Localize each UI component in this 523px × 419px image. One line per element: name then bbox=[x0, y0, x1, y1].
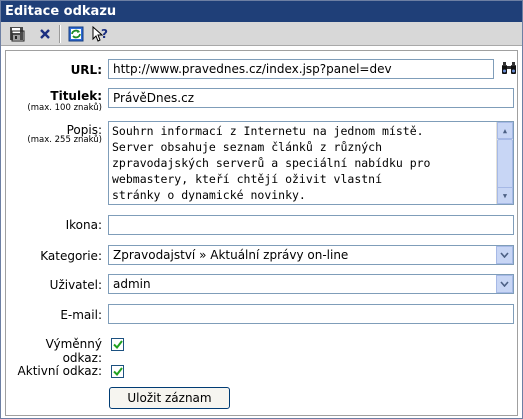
email-label: E-mail: bbox=[60, 308, 102, 322]
description-line: Server obsahuje seznam článků z různých bbox=[112, 140, 383, 154]
url-input[interactable]: http://www.pravednes.cz/index.jsp?panel=… bbox=[108, 59, 494, 79]
exchange-checkbox[interactable] bbox=[111, 338, 124, 351]
email-input[interactable] bbox=[108, 304, 514, 324]
user-value: admin bbox=[113, 277, 151, 291]
exchange-label: Výměnný odkaz: bbox=[45, 337, 102, 365]
dialog-window: Editace odkazu ? URL: http://www.pravedn… bbox=[0, 0, 523, 419]
description-hint: (max. 255 znaků) bbox=[27, 135, 102, 145]
icon-label: Ikona: bbox=[65, 218, 102, 232]
description-line: Souhrn informací z Internetu na jednom m… bbox=[112, 124, 424, 138]
description-line: webmastery, kteří chtějí oživit vlastní bbox=[112, 172, 383, 186]
help-icon[interactable]: ? bbox=[92, 25, 110, 43]
chevron-down-icon[interactable] bbox=[496, 246, 513, 264]
description-scrollbar[interactable]: ▲ ▼ bbox=[496, 122, 513, 204]
user-select[interactable]: admin bbox=[108, 274, 514, 294]
refresh-icon[interactable] bbox=[67, 25, 85, 43]
scroll-up-icon[interactable]: ▲ bbox=[497, 122, 513, 139]
title-hint: (max. 100 znaků) bbox=[27, 103, 102, 113]
url-label: URL: bbox=[70, 63, 102, 77]
title-label: Titulek: bbox=[50, 89, 102, 103]
description-line: zpravodajských serverů a speciální nabíd… bbox=[112, 156, 431, 170]
category-value: Zpravodajství » Aktuální zprávy on-line bbox=[113, 248, 349, 262]
checkmark-icon bbox=[112, 367, 123, 376]
delete-icon[interactable] bbox=[36, 25, 54, 43]
active-checkbox[interactable] bbox=[111, 365, 124, 378]
title-input[interactable]: PrávěDnes.cz bbox=[108, 88, 514, 108]
svg-text:?: ? bbox=[101, 27, 108, 41]
icon-input[interactable] bbox=[108, 215, 514, 235]
scroll-down-icon[interactable]: ▼ bbox=[497, 187, 513, 204]
toolbar: ? bbox=[1, 22, 522, 46]
active-label: Aktivní odkaz: bbox=[17, 364, 102, 378]
user-label: Uživatel: bbox=[49, 278, 102, 292]
category-select[interactable]: Zpravodajství » Aktuální zprávy on-line bbox=[108, 245, 514, 265]
scroll-thumb[interactable] bbox=[497, 139, 513, 191]
category-label: Kategorie: bbox=[40, 249, 102, 263]
toolbar-separator bbox=[59, 25, 61, 43]
checkmark-icon bbox=[112, 340, 123, 349]
save-button[interactable]: Uložit záznam bbox=[109, 387, 230, 409]
description-textarea[interactable]: Souhrn informací z Internetu na jednom m… bbox=[108, 121, 514, 205]
link-edit-form: URL: http://www.pravednes.cz/index.jsp?p… bbox=[5, 50, 518, 416]
description-line: stránky o dynamické novinky. bbox=[112, 188, 306, 202]
binoculars-icon[interactable] bbox=[501, 61, 517, 75]
save-icon[interactable] bbox=[8, 25, 26, 43]
chevron-down-icon[interactable] bbox=[496, 275, 513, 293]
window-title: Editace odkazu bbox=[1, 1, 522, 22]
